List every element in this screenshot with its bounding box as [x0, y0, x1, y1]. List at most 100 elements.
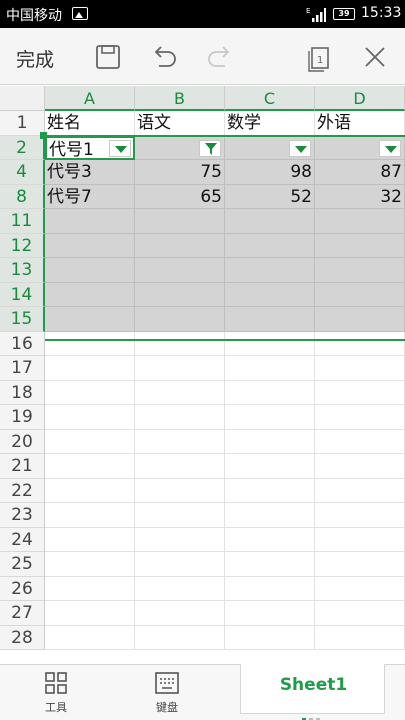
row-header[interactable]: 20 — [0, 429, 45, 454]
cell-d26[interactable] — [315, 576, 405, 601]
cell-a22[interactable] — [45, 478, 135, 503]
redo-icon[interactable] — [203, 40, 237, 74]
cell-c15[interactable] — [225, 307, 315, 332]
row-header[interactable]: 15 — [0, 307, 45, 332]
select-all-corner[interactable] — [0, 86, 45, 111]
cell-c23[interactable] — [225, 503, 315, 528]
cell-a13[interactable] — [45, 258, 135, 283]
cell-c12[interactable] — [225, 233, 315, 258]
cell-b21[interactable] — [135, 454, 225, 479]
row-header[interactable]: 16 — [0, 331, 45, 356]
cell-c27[interactable] — [225, 601, 315, 626]
cell-c24[interactable] — [225, 527, 315, 552]
filter-dropdown-icon[interactable] — [379, 139, 401, 157]
cell-c1[interactable]: 数学 — [225, 111, 315, 136]
cell-b17[interactable] — [135, 356, 225, 381]
cell-d20[interactable] — [315, 429, 405, 454]
row-header[interactable]: 13 — [0, 258, 45, 283]
cell-a17[interactable] — [45, 356, 135, 381]
column-header-a[interactable]: A — [45, 86, 135, 111]
row-header[interactable]: 4 — [0, 160, 45, 185]
cell-a4[interactable]: 代号3 — [45, 160, 135, 185]
cell-b14[interactable] — [135, 282, 225, 307]
close-icon[interactable] — [358, 40, 392, 74]
row-header[interactable]: 21 — [0, 454, 45, 479]
cell-c18[interactable] — [225, 380, 315, 405]
row-header[interactable]: 12 — [0, 233, 45, 258]
cell-b25[interactable] — [135, 552, 225, 577]
selection-handle[interactable] — [40, 132, 47, 139]
cell-b15[interactable] — [135, 307, 225, 332]
cell-a28[interactable] — [45, 625, 135, 650]
cell-c16[interactable] — [225, 331, 315, 356]
cell-c14[interactable] — [225, 282, 315, 307]
cell-c28[interactable] — [225, 625, 315, 650]
cell-c20[interactable] — [225, 429, 315, 454]
cell-d18[interactable] — [315, 380, 405, 405]
cell-b26[interactable] — [135, 576, 225, 601]
cell-d22[interactable] — [315, 478, 405, 503]
filter-active-icon[interactable] — [199, 139, 221, 157]
cell-a18[interactable] — [45, 380, 135, 405]
cell-b27[interactable] — [135, 601, 225, 626]
cell-d24[interactable] — [315, 527, 405, 552]
spreadsheet-grid[interactable]: A B C D 1 姓名 语文 数学 外语 2 代号1 4 代号3 75 98 87 8 代号7 65 52 3… — [0, 86, 405, 664]
cell-d11[interactable] — [315, 209, 405, 234]
cell-b4[interactable]: 75 — [135, 160, 225, 185]
cell-b22[interactable] — [135, 478, 225, 503]
cell-d16[interactable] — [315, 331, 405, 356]
cell-a14[interactable] — [45, 282, 135, 307]
cell-b23[interactable] — [135, 503, 225, 528]
cell-d13[interactable] — [315, 258, 405, 283]
cell-c25[interactable] — [225, 552, 315, 577]
cell-a23[interactable] — [45, 503, 135, 528]
cell-b1[interactable]: 语文 — [135, 111, 225, 136]
cell-c4[interactable]: 98 — [225, 160, 315, 185]
row-header[interactable]: 2 — [0, 135, 45, 160]
keyboard-button[interactable]: 键盘 — [137, 671, 197, 715]
row-header[interactable]: 18 — [0, 380, 45, 405]
row-header[interactable]: 24 — [0, 527, 45, 552]
cell-a24[interactable] — [45, 527, 135, 552]
cell-d8[interactable]: 32 — [315, 184, 405, 209]
cell-d1[interactable]: 外语 — [315, 111, 405, 136]
cell-a25[interactable] — [45, 552, 135, 577]
cell-d23[interactable] — [315, 503, 405, 528]
cell-c11[interactable] — [225, 209, 315, 234]
cell-a15[interactable] — [45, 307, 135, 332]
cell-a8[interactable]: 代号7 — [45, 184, 135, 209]
cell-c17[interactable] — [225, 356, 315, 381]
cell-c26[interactable] — [225, 576, 315, 601]
cell-a1[interactable]: 姓名 — [45, 111, 135, 136]
cell-d17[interactable] — [315, 356, 405, 381]
column-header-b[interactable]: B — [135, 86, 225, 111]
row-header[interactable]: 22 — [0, 478, 45, 503]
undo-icon[interactable] — [147, 40, 181, 74]
cell-a26[interactable] — [45, 576, 135, 601]
save-icon[interactable] — [91, 40, 125, 74]
cell-a20[interactable] — [45, 429, 135, 454]
cell-d19[interactable] — [315, 405, 405, 430]
row-header[interactable]: 8 — [0, 184, 45, 209]
row-header[interactable]: 28 — [0, 625, 45, 650]
cell-d27[interactable] — [315, 601, 405, 626]
row-header[interactable]: 23 — [0, 503, 45, 528]
cell-a19[interactable] — [45, 405, 135, 430]
cell-b16[interactable] — [135, 331, 225, 356]
cell-b12[interactable] — [135, 233, 225, 258]
cell-d4[interactable]: 87 — [315, 160, 405, 185]
done-button[interactable]: 完成 — [16, 45, 54, 72]
cell-c22[interactable] — [225, 478, 315, 503]
row-header[interactable]: 26 — [0, 576, 45, 601]
cell-b13[interactable] — [135, 258, 225, 283]
filter-dropdown-icon[interactable] — [109, 139, 131, 157]
cell-a27[interactable] — [45, 601, 135, 626]
cell-d28[interactable] — [315, 625, 405, 650]
column-header-d[interactable]: D — [315, 86, 405, 111]
cell-a16[interactable] — [45, 331, 135, 356]
cell-b28[interactable] — [135, 625, 225, 650]
cell-a11[interactable] — [45, 209, 135, 234]
page-view-icon[interactable]: 1 — [302, 40, 336, 74]
cell-d21[interactable] — [315, 454, 405, 479]
cell-b24[interactable] — [135, 527, 225, 552]
